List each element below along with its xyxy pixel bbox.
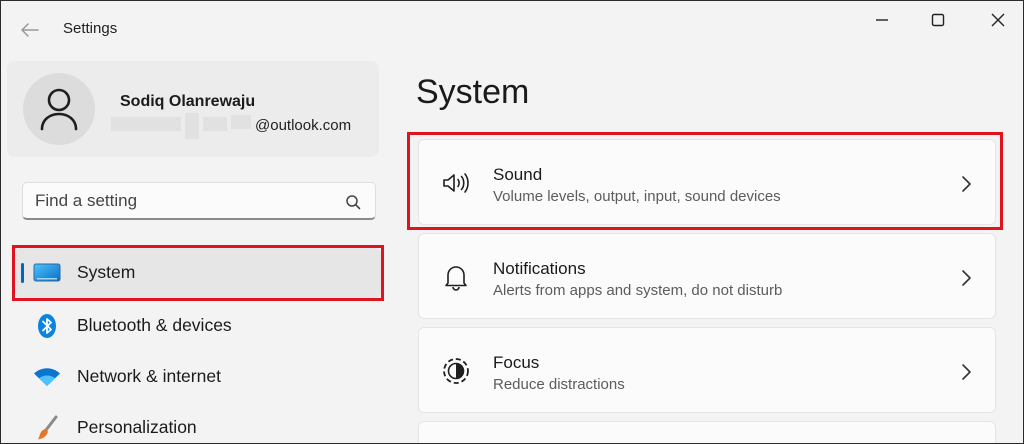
chevron-right-icon [962, 270, 971, 286]
bluetooth-icon [33, 314, 61, 338]
minimize-button[interactable] [857, 1, 907, 39]
system-highlight-box [12, 245, 384, 301]
sidebar-item-label: Personalization [77, 417, 197, 437]
maximize-icon [931, 13, 945, 27]
card-title: Focus [493, 353, 540, 372]
maximize-button[interactable] [913, 1, 963, 39]
search-box[interactable] [22, 182, 376, 220]
back-button[interactable] [15, 15, 45, 45]
sidebar-item-network[interactable]: Network & internet [15, 352, 381, 402]
user-email: @outlook.com [255, 117, 352, 134]
card-notifications[interactable]: Notifications Alerts from apps and syste… [418, 233, 996, 319]
search-input[interactable] [35, 189, 335, 213]
chevron-right-icon [962, 364, 971, 380]
brush-icon [33, 415, 61, 440]
app-title: Settings [63, 20, 118, 37]
wifi-icon [33, 365, 61, 389]
sidebar-item-personalization[interactable]: Personalization [15, 403, 381, 443]
close-button[interactable] [973, 1, 1023, 39]
close-icon [991, 13, 1005, 27]
search-icon[interactable] [345, 194, 361, 210]
bell-icon [441, 262, 471, 292]
avatar [23, 73, 95, 145]
sidebar-item-bluetooth[interactable]: Bluetooth & devices [15, 301, 381, 351]
sound-highlight-box [407, 132, 1003, 230]
card-description: Alerts from apps and system, do not dist… [493, 282, 783, 299]
person-icon [40, 88, 78, 131]
card-next-partial[interactable] [418, 421, 996, 443]
card-description: Reduce distractions [493, 376, 625, 393]
focus-icon [441, 356, 471, 386]
title-bar: Settings [1, 1, 1023, 59]
sidebar-item-label: Bluetooth & devices [77, 315, 232, 335]
minimize-icon [876, 19, 888, 21]
card-focus[interactable]: Focus Reduce distractions [418, 327, 996, 413]
user-profile[interactable]: Sodiq Olanrewaju @outlook.com [7, 61, 379, 157]
sidebar-item-label: Network & internet [77, 366, 221, 386]
card-title: Notifications [493, 259, 586, 278]
user-name: Sodiq Olanrewaju [120, 93, 256, 110]
settings-window: Settings Sodiq Olanrewaju @outlook.com F… [0, 0, 1024, 444]
back-arrow-icon [21, 23, 39, 37]
page-title: System [416, 73, 530, 111]
